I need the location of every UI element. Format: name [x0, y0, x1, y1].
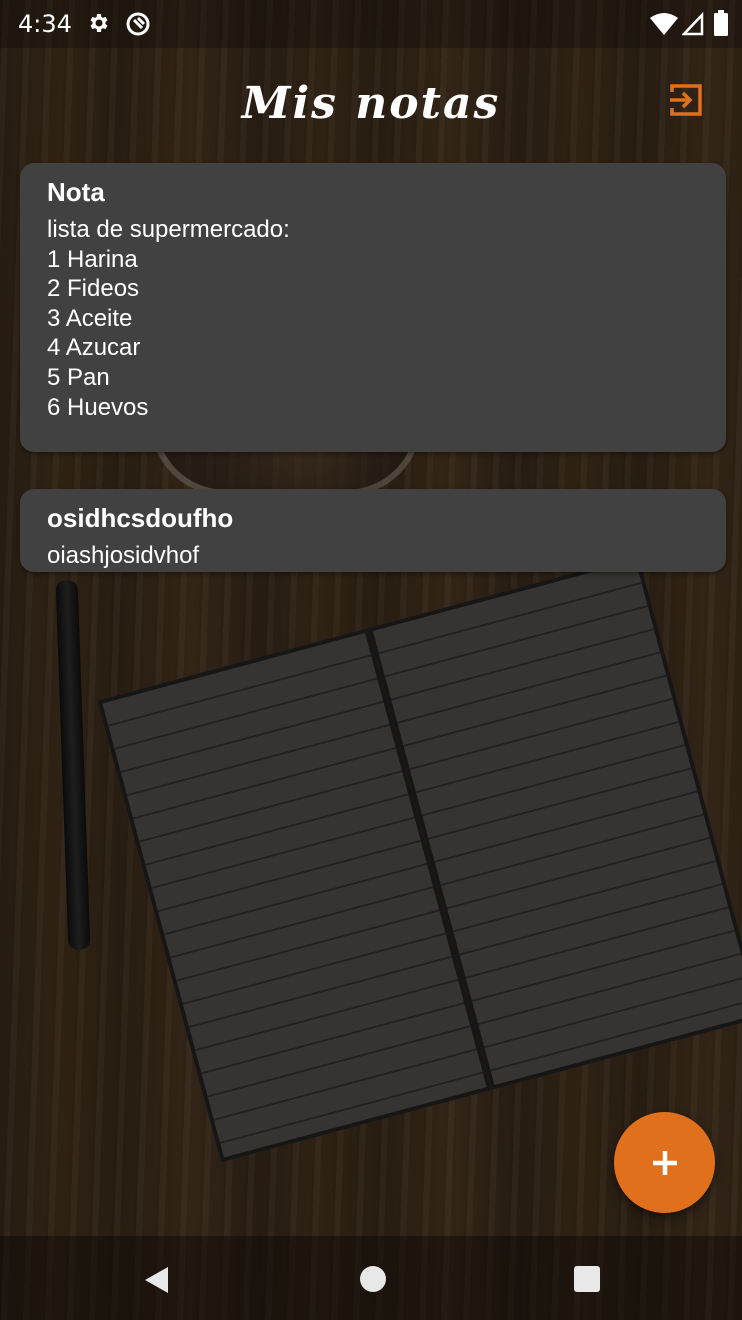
- battery-icon: [714, 10, 728, 36]
- back-icon[interactable]: [140, 1264, 172, 1296]
- logout-button[interactable]: [666, 80, 706, 120]
- status-bar: 4:34: [0, 0, 742, 48]
- status-time: 4:34: [18, 10, 72, 38]
- home-icon[interactable]: [358, 1264, 388, 1294]
- recents-icon[interactable]: [573, 1265, 601, 1293]
- wifi-icon: [650, 13, 678, 35]
- note-title: osidhcsdoufho: [47, 503, 234, 533]
- add-note-button[interactable]: [614, 1112, 715, 1213]
- note-title: Nota: [47, 177, 105, 207]
- signal-icon: [682, 12, 704, 36]
- note-card[interactable]: Nota lista de supermercado: 1 Harina 2 F…: [20, 163, 726, 452]
- logout-icon: [670, 84, 702, 116]
- note-card[interactable]: osidhcsdoufho oiashjosidvhof: [20, 489, 726, 572]
- gear-icon: [90, 14, 108, 32]
- page-title: Mis notas: [241, 78, 501, 129]
- plus-icon: [652, 1150, 677, 1175]
- sync-icon: [126, 12, 150, 36]
- navigation-bar: [0, 1236, 742, 1320]
- note-body: lista de supermercado: 1 Harina 2 Fideos…: [47, 216, 290, 421]
- note-body: oiashjosidvhof: [47, 542, 200, 569]
